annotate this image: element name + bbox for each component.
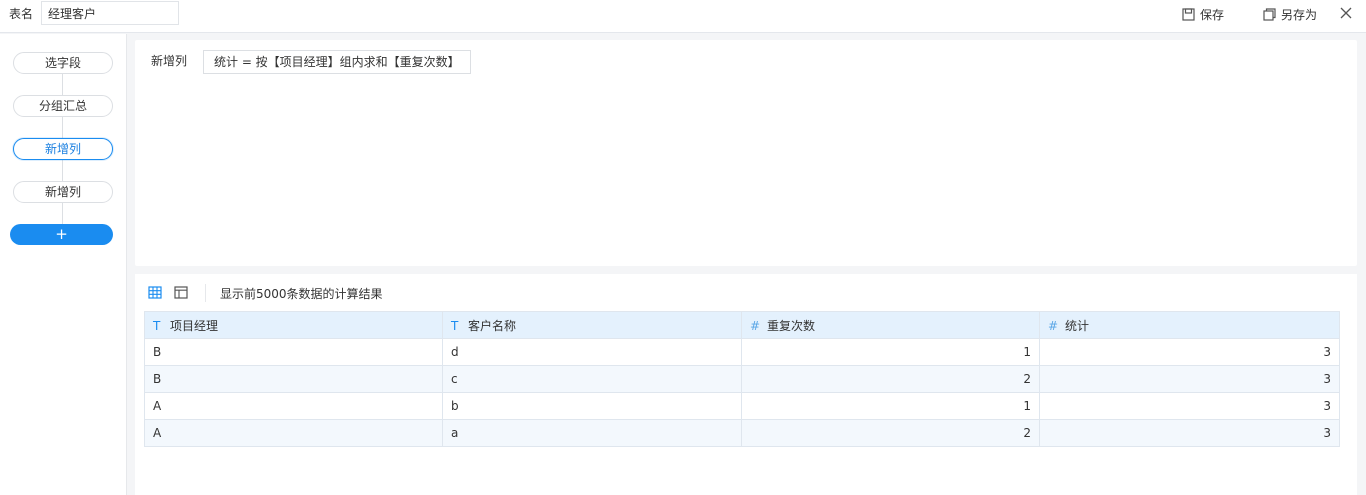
copy-save-icon	[1263, 8, 1276, 21]
table-cell: 2	[741, 365, 1040, 393]
config-label: 新增列	[151, 54, 188, 68]
step-add-column-active[interactable]: 新增列	[13, 138, 113, 160]
table-row: B d 1 3	[144, 338, 1340, 366]
config-panel: 新增列 统计 = 按【项目经理】组内求和【重复次数】	[135, 40, 1357, 266]
save-button[interactable]: 保存	[1182, 6, 1224, 23]
number-type-icon: #	[1048, 318, 1059, 333]
formula-field[interactable]: 统计 = 按【项目经理】组内求和【重复次数】	[203, 50, 471, 74]
table-name-input[interactable]	[41, 1, 179, 25]
table-name-label: 表名	[9, 7, 34, 21]
column-header-label: 项目经理	[170, 318, 219, 333]
step-rail: 选字段 分组汇总 新增列 新增列 +	[0, 34, 127, 495]
table-cell: 3	[1039, 419, 1340, 447]
grid-icon[interactable]	[148, 286, 162, 299]
top-bar: 表名 保存 另存为	[0, 0, 1366, 33]
save-as-label: 另存为	[1281, 8, 1318, 22]
add-step-button[interactable]: +	[10, 224, 113, 245]
column-header[interactable]: # 统计	[1039, 311, 1340, 339]
table-cell: a	[442, 419, 742, 447]
text-type-icon: T	[153, 318, 161, 333]
table-cell: A	[144, 392, 443, 420]
column-header[interactable]: T 项目经理	[144, 311, 443, 339]
column-header-label: 客户名称	[468, 318, 517, 333]
table-cell: B	[144, 365, 443, 393]
table-cell: 3	[1039, 365, 1340, 393]
toolbar-divider	[205, 284, 206, 302]
table-cell: b	[442, 392, 742, 420]
result-table: T 项目经理 T 客户名称 # 重复次数 # 统计 B d 1 3 B c 2 3 A …	[144, 311, 1340, 447]
column-header-label: 重复次数	[767, 318, 816, 333]
save-label: 保存	[1200, 8, 1225, 22]
step-select-fields[interactable]: 选字段	[13, 52, 113, 74]
table-cell: 1	[741, 392, 1040, 420]
step-group-summary[interactable]: 分组汇总	[13, 95, 113, 117]
table-cell: B	[144, 338, 443, 366]
table-cell: 2	[741, 419, 1040, 447]
table-cell: A	[144, 419, 443, 447]
table-cell: 1	[741, 338, 1040, 366]
table-header-row: T 项目经理 T 客户名称 # 重复次数 # 统计	[144, 311, 1340, 339]
save-as-button[interactable]: 另存为	[1263, 6, 1317, 23]
result-panel: 显示前5000条数据的计算结果 T 项目经理 T 客户名称 # 重复次数 # 统计 B …	[135, 274, 1357, 495]
column-header[interactable]: # 重复次数	[741, 311, 1040, 339]
column-header[interactable]: T 客户名称	[442, 311, 742, 339]
floppy-icon	[1182, 8, 1195, 21]
text-type-icon: T	[451, 318, 459, 333]
number-type-icon: #	[750, 318, 761, 333]
table-cell: c	[442, 365, 742, 393]
table-cell: 3	[1039, 338, 1340, 366]
step-add-column[interactable]: 新增列	[13, 181, 113, 203]
column-header-label: 统计	[1065, 318, 1090, 333]
table-cell: d	[442, 338, 742, 366]
panel-icon[interactable]	[174, 286, 188, 299]
close-icon[interactable]	[1339, 6, 1353, 20]
table-row: A a 2 3	[144, 419, 1340, 447]
table-row: B c 2 3	[144, 365, 1340, 393]
table-cell: 3	[1039, 392, 1340, 420]
table-row: A b 1 3	[144, 392, 1340, 420]
result-note: 显示前5000条数据的计算结果	[220, 287, 383, 301]
